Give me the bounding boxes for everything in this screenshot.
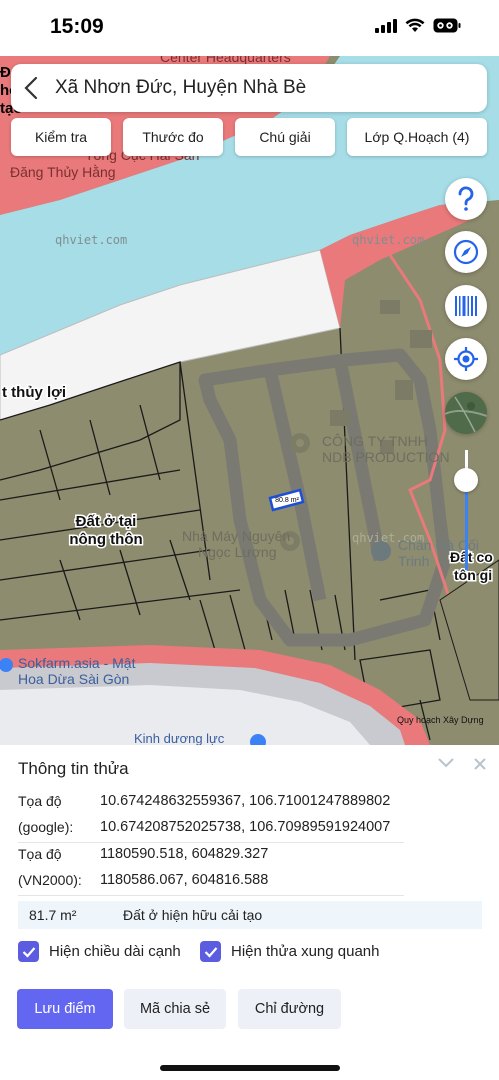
coord-label: (VN2000): (18, 872, 82, 888)
zoom-slider-thumb[interactable] (454, 468, 478, 492)
question-icon (458, 186, 474, 211)
directions-button[interactable]: Chỉ đường (238, 989, 341, 1029)
locate-button[interactable] (445, 338, 487, 380)
map-attribution: Quy hoạch Xây Dựng (397, 715, 484, 725)
poi-label: Ngọc Lượng (198, 544, 276, 560)
coord-label: (google): (18, 819, 74, 835)
location-title: Xã Nhơn Đức, Huyện Nhà Bè (55, 77, 307, 98)
divider (18, 895, 404, 896)
check-button[interactable]: Kiểm tra (11, 118, 111, 156)
area-value: 81.7 m² (29, 907, 77, 923)
poi-label: NDB PRODUCTION (322, 449, 450, 465)
map-label-land: tôn gi (454, 567, 492, 583)
coord-value: 1180586.067, 604816.588 (100, 872, 269, 888)
battery-icon (433, 18, 461, 33)
barcode-icon (455, 296, 477, 316)
planning-layers-button[interactable]: Lớp Q.Hoạch (4) (347, 118, 487, 156)
status-bar: 15:09 (0, 0, 499, 56)
satellite-thumbnail-icon (445, 392, 487, 434)
checkbox-checked-icon[interactable] (18, 941, 39, 962)
map-label: Đ (0, 64, 11, 81)
coord-row-google-2: (google): 10.674208752025738, 106.709895… (18, 819, 488, 835)
save-point-button[interactable]: Lưu điểm (17, 989, 113, 1029)
map-label-land: Đất ở tại (76, 513, 137, 530)
divider (18, 842, 404, 843)
coord-row-vn2000-1: Tọa độ 1180590.518, 604829.327 (18, 846, 488, 862)
home-indicator (160, 1065, 340, 1071)
coord-value: 10.674208752025738, 106.70989591924007 (100, 819, 391, 835)
map-canvas[interactable]: 80.8 m² qhviet.com qhviet.com qhviet.com… (0, 56, 499, 745)
legend-button[interactable]: Chú giải (235, 118, 335, 156)
map-view[interactable]: 80.8 m² qhviet.com qhviet.com qhviet.com… (0, 56, 499, 745)
status-icons (375, 18, 461, 33)
parcel-info-panel: Thông tin thửa Tọa độ 10.674248632559367… (0, 745, 499, 1080)
area-row: 81.7 m² Đất ở hiện hữu cải tạo (18, 901, 482, 929)
share-code-button[interactable]: Mã chia sẻ (124, 989, 226, 1029)
checkbox-label: Hiện chiều dài cạnh (49, 943, 181, 960)
coord-value: 10.674248632559367, 106.71001247889802 (100, 793, 391, 809)
poi-label: Sokfarm.asia - Mật (18, 655, 136, 671)
show-edge-length-toggle[interactable]: Hiện chiều dài cạnh (18, 941, 181, 962)
poi-label: CÔNG TY TNHH (322, 433, 428, 449)
back-button[interactable] (11, 64, 51, 112)
map-label-land: nông thôn (69, 531, 142, 548)
map-toolbar: Kiểm tra Thước đo Chú giải Lớp Q.Hoạch (… (11, 118, 487, 156)
panel-controls (437, 757, 487, 771)
coord-value: 1180590.518, 604829.327 (100, 846, 269, 862)
satellite-layer-button[interactable] (445, 392, 487, 434)
watermark: qhviet.com (352, 233, 424, 247)
zoom-slider-fill (465, 480, 468, 570)
show-neighbor-parcels-toggle[interactable]: Hiện thửa xung quanh (200, 941, 379, 962)
map-label-irrigation: t thủy lợi (2, 384, 66, 401)
barcode-button[interactable] (445, 285, 487, 327)
coord-label: Tọa độ (18, 846, 62, 862)
wifi-icon (405, 18, 425, 32)
poi-label: Hoa Dừa Sài Gòn (18, 671, 129, 687)
location-header: Xã Nhơn Đức, Huyện Nhà Bè (11, 64, 487, 112)
coord-label: Tọa độ (18, 793, 62, 809)
coord-row-google-1: Tọa độ 10.674248632559367, 106.710012478… (18, 793, 488, 809)
watermark: qhviet.com (55, 233, 127, 247)
signal-icon (375, 18, 397, 33)
poi-label: Trinh (398, 553, 429, 569)
crosshair-icon (454, 347, 478, 371)
checkbox-label: Hiện thửa xung quanh (231, 943, 380, 960)
chevron-down-icon[interactable] (437, 757, 455, 769)
chevron-left-icon (24, 76, 38, 100)
compass-icon (453, 239, 479, 265)
status-time: 15:09 (50, 15, 104, 38)
map-label: Đăng Thủy Hằng (10, 164, 116, 180)
poi-label: Nhà Máy Nguyên (182, 528, 290, 544)
parcel-area-label: 80.8 m² (275, 497, 299, 504)
help-button[interactable] (445, 178, 487, 220)
measure-button[interactable]: Thước đo (123, 118, 223, 156)
coord-row-vn2000-2: (VN2000): 1180586.067, 604816.588 (18, 872, 488, 888)
panel-title: Thông tin thửa (18, 759, 129, 778)
checkbox-checked-icon[interactable] (200, 941, 221, 962)
close-icon[interactable] (473, 757, 487, 771)
land-type: Đất ở hiện hữu cải tạo (123, 907, 263, 923)
street-label: Kinh dương lực (134, 731, 225, 745)
compass-button[interactable] (445, 231, 487, 273)
